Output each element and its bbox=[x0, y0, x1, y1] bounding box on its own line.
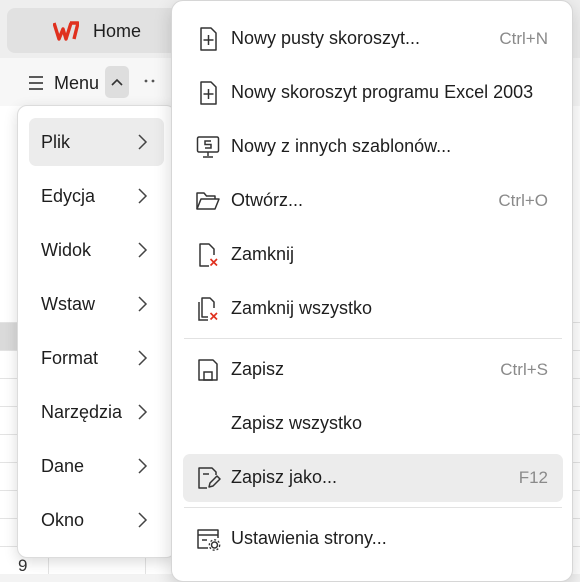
menu-item-save[interactable]: Zapisz Ctrl+S bbox=[183, 346, 563, 394]
menu-item-format[interactable]: Format bbox=[29, 334, 164, 382]
menu-item-open[interactable]: Otwórz... Ctrl+O bbox=[183, 177, 563, 225]
menu-item-widok[interactable]: Widok bbox=[29, 226, 164, 274]
shortcut-label: F12 bbox=[518, 468, 548, 487]
menu-item-new-blank-workbook[interactable]: Nowy pusty skoroszyt... Ctrl+N bbox=[183, 15, 563, 63]
row-header bbox=[0, 322, 18, 350]
menu-item-narzedzia[interactable]: Narzędzia bbox=[29, 388, 164, 436]
new-file-icon bbox=[200, 81, 217, 105]
menu-separator bbox=[184, 338, 562, 339]
save-icon bbox=[198, 359, 218, 381]
home-tab-label: Home bbox=[93, 21, 142, 41]
menu-item-close[interactable]: Zamknij bbox=[183, 231, 563, 279]
close-all-files-icon bbox=[198, 297, 218, 321]
menu-label: Menu bbox=[54, 72, 100, 93]
shortcut-label: Ctrl+S bbox=[500, 360, 548, 379]
menu-item-new-excel-2003[interactable]: Nowy skoroszyt programu Excel 2003 bbox=[183, 69, 563, 117]
wps-logo-icon bbox=[53, 21, 79, 41]
chevron-right-icon bbox=[138, 404, 148, 420]
menu-item-wstaw[interactable]: Wstaw bbox=[29, 280, 164, 328]
menu-item-edycja[interactable]: Edycja bbox=[29, 172, 164, 220]
template-icon bbox=[196, 136, 220, 158]
menu-item-dane[interactable]: Dane bbox=[29, 442, 164, 490]
chevron-right-icon bbox=[138, 188, 148, 204]
main-menu: Plik Edycja Widok Wstaw Format Narzędzia… bbox=[17, 105, 176, 558]
menu-item-new-from-templates[interactable]: Nowy z innych szablonów... bbox=[183, 123, 563, 171]
chevron-right-icon bbox=[138, 296, 148, 312]
menu-item-save-as[interactable]: Zapisz jako... F12 bbox=[183, 454, 563, 502]
new-file-icon bbox=[200, 27, 217, 51]
chevron-up-icon bbox=[111, 78, 123, 86]
row-number: 9 bbox=[18, 556, 28, 575]
home-tab[interactable]: Home bbox=[7, 8, 187, 53]
chevron-right-icon bbox=[138, 458, 148, 474]
shortcut-label: Ctrl+N bbox=[499, 29, 548, 48]
file-submenu: Nowy pusty skoroszyt... Ctrl+N Nowy skor… bbox=[171, 0, 573, 582]
chevron-right-icon bbox=[138, 512, 148, 528]
menu-separator bbox=[184, 507, 562, 508]
menu-item-close-all[interactable]: Zamknij wszystko bbox=[183, 285, 563, 333]
more-icon[interactable] bbox=[142, 70, 164, 92]
save-as-icon bbox=[198, 467, 221, 489]
menu-item-page-setup[interactable]: Ustawienia strony... bbox=[183, 515, 563, 563]
menu-item-okno[interactable]: Okno bbox=[29, 496, 164, 544]
close-file-icon bbox=[199, 243, 218, 267]
hamburger-icon bbox=[29, 76, 43, 90]
menu-button[interactable]: Menu bbox=[28, 63, 99, 103]
menu-item-plik[interactable]: Plik bbox=[29, 118, 164, 166]
menu-collapse-button[interactable] bbox=[105, 66, 129, 98]
page-setup-icon bbox=[197, 529, 221, 551]
chevron-right-icon bbox=[138, 350, 148, 366]
menu-item-save-all[interactable]: Zapisz wszystko bbox=[183, 400, 563, 448]
chevron-right-icon bbox=[138, 242, 148, 258]
chevron-right-icon bbox=[138, 134, 148, 150]
shortcut-label: Ctrl+O bbox=[498, 191, 548, 210]
folder-open-icon bbox=[196, 192, 220, 210]
